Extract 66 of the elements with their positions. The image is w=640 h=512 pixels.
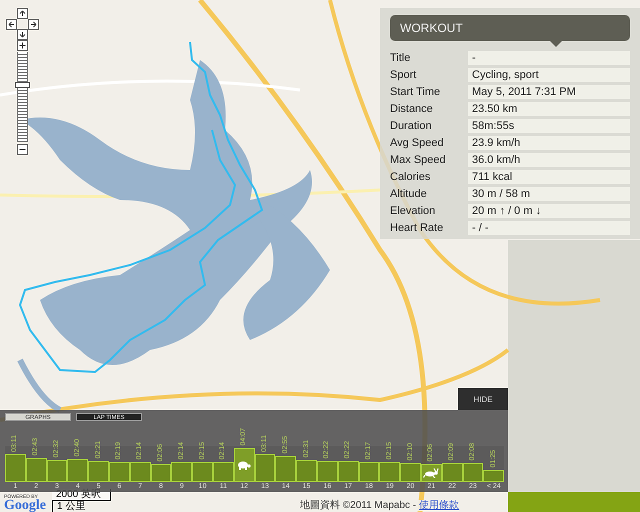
stat-value: 58m:55s [468,119,630,133]
stat-label: Heart Rate [390,221,444,235]
arrow-icon [19,10,26,17]
stat-value: - / - [468,221,630,235]
lap-bar[interactable] [108,462,130,482]
zoom-slider-handle[interactable] [15,82,30,88]
map-logo[interactable]: Google [4,500,46,512]
stat-value: - [468,51,630,65]
lap-bar[interactable] [150,464,172,482]
stat-label: Max Speed [390,153,447,167]
stat-label: Elevation [390,204,436,218]
arrow-icon [8,21,15,28]
plus-icon [19,42,26,49]
lap-bar[interactable] [88,461,109,482]
hide-button[interactable]: HIDE [458,388,508,410]
stat-value: 20 m ↑ / 0 m ↓ [468,204,630,218]
stat-label: Distance [390,102,434,116]
lap-bar[interactable] [462,463,484,482]
lap-bar[interactable] [130,462,151,482]
lap-bar[interactable] [67,459,88,482]
lap-bar[interactable] [296,460,317,482]
lap-bar[interactable] [483,470,504,482]
lap-bar[interactable] [192,462,213,482]
stat-label: Title [390,51,412,65]
lap-bar[interactable] [442,463,463,482]
map-copyright: 地圖資料 ©2011 Mapabc - [300,500,416,511]
stat-value: Cycling, sport [468,68,630,82]
lap-bar[interactable] [5,454,26,482]
stat-value: 23.50 km [468,102,630,116]
pan-up-button[interactable] [17,8,28,19]
lap-bar[interactable] [420,464,442,482]
stat-value: 23.9 km/h [468,136,630,150]
zoom-in-button[interactable] [17,40,28,51]
lap-bar[interactable] [212,462,234,482]
lap-bar[interactable] [379,462,400,482]
stat-value: 36.0 km/h [468,153,630,167]
pan-right-button[interactable] [28,19,39,30]
stat-label: Avg Speed [390,136,445,150]
lap-bar[interactable] [171,462,192,482]
stat-value: 30 m / 58 m [468,187,630,201]
stat-label: Sport [390,68,418,82]
lap-bar[interactable] [338,461,359,482]
arrow-icon [30,21,37,28]
scale-bar-km: 1 公里 [52,501,111,512]
lap-bar[interactable] [316,461,338,482]
minus-icon [19,146,26,153]
stat-label: Calories [390,170,432,184]
pan-left-button[interactable] [6,19,17,30]
stat-value: May 5, 2011 7:31 PM [468,85,630,99]
pan-down-button[interactable] [17,29,28,40]
lap-bar[interactable] [26,458,47,482]
lap-bar[interactable] [400,463,421,482]
stat-label: Altitude [390,187,428,201]
lap-bar[interactable] [254,454,276,482]
terms-link[interactable]: 使用條款 [419,500,460,511]
rabbit-icon [423,468,440,478]
arrow-icon [19,31,26,38]
zoom-slider[interactable] [17,52,28,142]
stat-label: Start Time [390,85,442,99]
lap-bar[interactable] [358,462,380,482]
stat-value: 711 kcal [468,170,630,184]
stat-label: Duration [390,119,433,133]
lap-bar[interactable] [46,460,68,482]
zoom-out-button[interactable] [17,144,28,155]
lap-bar[interactable] [275,456,296,482]
tortoise-icon [236,460,252,470]
